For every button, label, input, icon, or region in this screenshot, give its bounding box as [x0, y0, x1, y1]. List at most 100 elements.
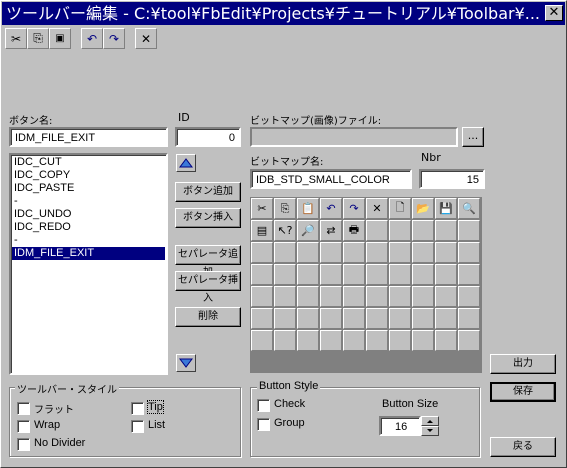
bitmap-cell-empty[interactable]: [251, 308, 273, 329]
bitmap-cell-delete-icon[interactable]: ✕: [366, 198, 388, 219]
bitmap-grid[interactable]: ✂ ⎘ 📋 ↶ ↷ ✕ 🗋 📂 💾 🔍 ▤ ↖? 🔎 ⇄ 🖶: [250, 197, 482, 373]
bitmap-name-input[interactable]: IDB_STD_SMALL_COLOR: [250, 169, 412, 189]
bitmap-cell-empty[interactable]: [320, 264, 342, 285]
output-button[interactable]: 出力: [490, 354, 556, 374]
save-button[interactable]: 保存: [490, 382, 556, 402]
id-input[interactable]: 0: [175, 127, 241, 147]
bitmap-cell-empty[interactable]: [297, 264, 319, 285]
bitmap-cell-empty[interactable]: [343, 286, 365, 307]
bitmap-cell-empty[interactable]: [366, 264, 388, 285]
bitmap-cell-empty[interactable]: [389, 308, 411, 329]
bitmap-cell-copy-icon[interactable]: ⎘: [274, 198, 296, 219]
bitmap-cell-save-icon[interactable]: 💾: [435, 198, 457, 219]
close-button[interactable]: ✕: [545, 5, 563, 21]
bitmap-cell-empty[interactable]: [366, 220, 388, 241]
list-item[interactable]: IDC_COPY: [12, 169, 165, 182]
bitmap-cell-empty[interactable]: [343, 330, 365, 351]
bitmap-cell-cut-icon[interactable]: ✂: [251, 198, 273, 219]
bitmap-cell-undo-icon[interactable]: ↶: [320, 198, 342, 219]
bitmap-cell-empty[interactable]: [458, 220, 480, 241]
bitmap-cell-empty[interactable]: [412, 286, 434, 307]
bitmap-cell-empty[interactable]: [343, 242, 365, 263]
bitmap-cell-empty[interactable]: [274, 308, 296, 329]
spin-up-button[interactable]: [421, 416, 439, 426]
bitmap-cell-empty[interactable]: [274, 330, 296, 351]
add-separator-button[interactable]: セパレータ追加: [175, 245, 241, 278]
bitmap-file-input[interactable]: [250, 127, 458, 147]
move-up-button[interactable]: [176, 154, 196, 172]
bitmap-cell-print-icon[interactable]: 🖶: [343, 220, 365, 241]
list-item[interactable]: IDC_CUT: [12, 156, 165, 169]
insert-separator-button[interactable]: セパレータ挿入: [175, 271, 241, 304]
list-item[interactable]: IDC_UNDO: [12, 208, 165, 221]
bitmap-cell-empty[interactable]: [435, 242, 457, 263]
bitmap-cell-empty[interactable]: [412, 308, 434, 329]
button-size-input[interactable]: 16: [379, 416, 421, 436]
paste-button[interactable]: ▣: [49, 28, 71, 49]
bitmap-cell-properties-icon[interactable]: ▤: [251, 220, 273, 241]
move-down-button[interactable]: [176, 354, 196, 372]
group-checkbox[interactable]: [257, 418, 270, 431]
bitmap-cell-empty[interactable]: [297, 330, 319, 351]
bitmap-cell-paste-icon[interactable]: 📋: [297, 198, 319, 219]
wrap-checkbox[interactable]: [17, 420, 30, 433]
redo-button[interactable]: ↷: [103, 28, 125, 49]
undo-button[interactable]: ↶: [81, 28, 103, 49]
delete-button[interactable]: 削除: [175, 307, 241, 327]
bitmap-cell-find-icon[interactable]: 🔎: [297, 220, 319, 241]
list-item[interactable]: -: [12, 234, 165, 247]
bitmap-cell-empty[interactable]: [274, 264, 296, 285]
bitmap-cell-empty[interactable]: [320, 330, 342, 351]
bitmap-cell-empty[interactable]: [251, 330, 273, 351]
bitmap-cell-empty[interactable]: [297, 286, 319, 307]
list-item[interactable]: -: [12, 195, 165, 208]
bitmap-cell-empty[interactable]: [458, 242, 480, 263]
bitmap-cell-empty[interactable]: [389, 242, 411, 263]
delete-toolbar-button[interactable]: ✕: [135, 28, 157, 49]
copy-button[interactable]: ⎘: [27, 28, 49, 49]
bitmap-cell-empty[interactable]: [458, 330, 480, 351]
bitmap-cell-empty[interactable]: [389, 330, 411, 351]
bitmap-cell-print-preview-icon[interactable]: 🔍: [458, 198, 480, 219]
bitmap-cell-empty[interactable]: [366, 286, 388, 307]
bitmap-cell-empty[interactable]: [320, 286, 342, 307]
bitmap-cell-empty[interactable]: [251, 242, 273, 263]
bitmap-cell-empty[interactable]: [458, 286, 480, 307]
bitmap-cell-replace-icon[interactable]: ⇄: [320, 220, 342, 241]
bitmap-cell-empty[interactable]: [251, 264, 273, 285]
bitmap-cell-empty[interactable]: [343, 264, 365, 285]
bitmap-cell-empty[interactable]: [366, 330, 388, 351]
bitmap-cell-empty[interactable]: [251, 286, 273, 307]
bitmap-cell-empty[interactable]: [389, 286, 411, 307]
bitmap-cell-empty[interactable]: [435, 264, 457, 285]
bitmap-cell-empty[interactable]: [412, 264, 434, 285]
bitmap-cell-empty[interactable]: [274, 286, 296, 307]
bitmap-cell-empty[interactable]: [343, 308, 365, 329]
nbr-input[interactable]: 15: [419, 169, 485, 189]
bitmap-cell-empty[interactable]: [412, 242, 434, 263]
spin-down-button[interactable]: [421, 426, 439, 436]
bitmap-cell-empty[interactable]: [412, 330, 434, 351]
bitmap-cell-empty[interactable]: [458, 308, 480, 329]
button-name-input[interactable]: IDM_FILE_EXIT: [9, 127, 168, 147]
bitmap-cell-empty[interactable]: [366, 308, 388, 329]
insert-button-button[interactable]: ボタン挿入: [175, 208, 241, 228]
bitmap-cell-empty[interactable]: [389, 264, 411, 285]
browse-button[interactable]: ...: [462, 127, 484, 147]
list-item[interactable]: IDC_PASTE: [12, 182, 165, 195]
add-button-button[interactable]: ボタン追加: [175, 182, 241, 202]
back-button[interactable]: 戻る: [490, 437, 556, 457]
flat-checkbox[interactable]: [17, 402, 30, 415]
list-checkbox[interactable]: [131, 420, 144, 433]
check-checkbox[interactable]: [257, 399, 270, 412]
bitmap-cell-empty[interactable]: [435, 308, 457, 329]
bitmap-cell-empty[interactable]: [389, 220, 411, 241]
bitmap-cell-empty[interactable]: [366, 242, 388, 263]
bitmap-cell-empty[interactable]: [297, 242, 319, 263]
tip-checkbox[interactable]: [131, 402, 144, 415]
bitmap-cell-empty[interactable]: [412, 220, 434, 241]
button-list[interactable]: IDC_CUT IDC_COPY IDC_PASTE - IDC_UNDO IDC_RED…: [9, 153, 168, 375]
button-size-spinner[interactable]: [421, 416, 439, 436]
bitmap-cell-empty[interactable]: [320, 242, 342, 263]
bitmap-cell-empty[interactable]: [297, 308, 319, 329]
